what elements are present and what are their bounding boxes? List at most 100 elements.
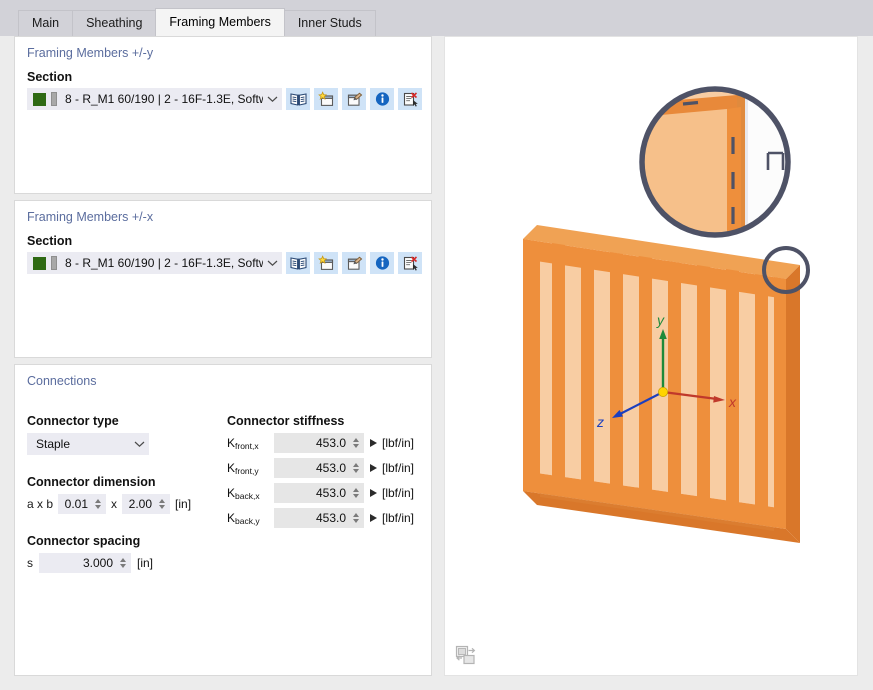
origin-point [657, 386, 668, 397]
section-dropdown-y[interactable]: 8 - R_M1 60/190 | 2 - 16F-1.3E, Softwo..… [27, 88, 282, 110]
section-color-swatch-icon [33, 92, 46, 106]
stiffness-unit-front-x: [lbf/in] [382, 436, 415, 450]
connector-spacing-row: s 3.000 [in] [15, 553, 225, 573]
new-section-icon-button[interactable] [314, 252, 338, 274]
spacing-symbol-label: s [27, 556, 33, 570]
dimension-b-value: 2.00 [128, 497, 153, 511]
wall-assembly [523, 225, 800, 543]
stiffness-row-back-x: Kback,x 453.0 [lbf/in] [227, 483, 427, 503]
label-section-y: Section [27, 70, 73, 84]
stiffness-input-back-y[interactable]: 453.0 [274, 508, 364, 528]
stiffness-input-back-x[interactable]: 453.0 [274, 483, 364, 503]
dimension-b-input[interactable]: 2.00 [122, 494, 171, 514]
spacing-input[interactable]: 3.000 [39, 553, 131, 573]
stiffness-value-back-y: 453.0 [315, 511, 346, 525]
model-viewport-3d[interactable]: y x z [444, 36, 858, 676]
stiffness-label-front-x: Kfront,x [227, 436, 259, 451]
stiffness-expand-icon[interactable] [370, 464, 377, 472]
connections-left-column: Connector type Staple Connector dimensio… [15, 414, 225, 573]
tab-inner-studs[interactable]: Inner Studs [283, 10, 376, 36]
info-icon [375, 256, 389, 270]
stiffness-row-front-y: Kfront,y 453.0 [lbf/in] [227, 458, 427, 478]
delete-section-icon-button[interactable] [398, 252, 422, 274]
stiffness-unit-back-x: [lbf/in] [382, 486, 415, 500]
stiffness-expand-icon[interactable] [370, 489, 377, 497]
render-image-icon [455, 645, 476, 665]
library-icon-button[interactable] [286, 88, 310, 110]
dimension-prefix-label: a x b [27, 497, 54, 511]
stiffness-unit-front-y: [lbf/in] [382, 461, 415, 475]
axis-z-label: z [596, 414, 604, 430]
info-icon-button[interactable] [370, 252, 394, 274]
chevron-down-icon[interactable] [263, 95, 281, 103]
new-section-icon-button[interactable] [314, 88, 338, 110]
stiffness-row-front-x: Kfront,x 453.0 [lbf/in] [227, 433, 427, 453]
label-section-x: Section [27, 234, 73, 248]
stiffness-value-front-x: 453.0 [315, 436, 346, 450]
label-connector-type: Connector type [27, 414, 119, 428]
render-image-tool-button[interactable] [453, 643, 479, 667]
stiffness-row-back-y: Kback,y 453.0 [lbf/in] [227, 508, 427, 528]
label-connector-spacing: Connector spacing [27, 534, 141, 548]
spinner-arrows-icon[interactable] [350, 463, 364, 473]
spinner-arrows-icon[interactable] [156, 499, 170, 509]
group-connections: Connections Connector type Staple Connec… [14, 364, 432, 676]
label-connector-stiffness: Connector stiffness [227, 414, 345, 428]
spinner-arrows-icon[interactable] [350, 513, 364, 523]
group-framing-members-y: Framing Members +/-y Section 8 - R_M1 60… [14, 36, 432, 194]
stiffness-unit-back-y: [lbf/in] [382, 511, 415, 525]
axis-y-label: y [656, 312, 665, 328]
tab-strip: Main Sheathing Framing Members Inner Stu… [18, 8, 376, 36]
stiffness-value-back-x: 453.0 [315, 486, 346, 500]
connector-type-value: Staple [36, 437, 71, 451]
chevron-down-icon[interactable] [263, 259, 281, 267]
dimension-unit-label: [in] [175, 497, 192, 511]
stiffness-label-back-y: Kback,y [227, 511, 260, 526]
section-dropdown-x[interactable]: 8 - R_M1 60/190 | 2 - 16F-1.3E, Softwo..… [27, 252, 282, 274]
delete-section-icon [403, 256, 418, 271]
library-icon-button[interactable] [286, 252, 310, 274]
group-title-framing-y: Framing Members +/-y [27, 46, 154, 60]
info-icon [375, 92, 389, 106]
stiffness-label-back-x: Kback,x [227, 486, 260, 501]
new-section-icon [317, 91, 333, 106]
stiffness-input-front-x[interactable]: 453.0 [274, 433, 364, 453]
new-section-icon [317, 255, 333, 270]
workspace: Framing Members +/-y Section 8 - R_M1 60… [0, 36, 873, 690]
edit-section-icon-button[interactable] [342, 88, 366, 110]
spinner-arrows-icon[interactable] [117, 558, 131, 568]
section-value-y: 8 - R_M1 60/190 | 2 - 16F-1.3E, Softwo..… [65, 92, 263, 106]
left-column: Framing Members +/-y Section 8 - R_M1 60… [14, 36, 432, 676]
wall-model-render: y x z [523, 86, 810, 543]
spinner-arrows-icon[interactable] [92, 499, 106, 509]
stiffness-expand-icon[interactable] [370, 514, 377, 522]
spacing-value: 3.000 [82, 556, 113, 570]
group-title-connections: Connections [27, 374, 97, 388]
tab-bar: Main Sheathing Framing Members Inner Stu… [0, 0, 873, 36]
edit-section-icon [347, 92, 362, 106]
chevron-down-icon[interactable] [130, 440, 148, 448]
tab-main[interactable]: Main [18, 10, 74, 36]
tab-sheathing[interactable]: Sheathing [72, 10, 157, 36]
info-icon-button[interactable] [370, 88, 394, 110]
spinner-arrows-icon[interactable] [350, 438, 364, 448]
stiffness-expand-icon[interactable] [370, 439, 377, 447]
library-icon [289, 256, 307, 270]
dimension-a-value: 0.01 [64, 497, 89, 511]
edit-section-icon [347, 256, 362, 270]
dimension-a-input[interactable]: 0.01 [58, 494, 107, 514]
spinner-arrows-icon[interactable] [350, 488, 364, 498]
tab-framing-members[interactable]: Framing Members [155, 8, 285, 36]
connector-dimension-row: a x b 0.01 x 2.00 [in] [15, 494, 225, 514]
section-row-x: 8 - R_M1 60/190 | 2 - 16F-1.3E, Softwo..… [15, 252, 431, 274]
library-icon [289, 92, 307, 106]
group-title-framing-x: Framing Members +/-x [27, 210, 154, 224]
label-connector-dimension: Connector dimension [27, 475, 156, 489]
connector-type-dropdown[interactable]: Staple [27, 433, 149, 455]
group-framing-members-x: Framing Members +/-x Section 8 - R_M1 60… [14, 200, 432, 358]
stiffness-input-front-y[interactable]: 453.0 [274, 458, 364, 478]
stiffness-label-front-y: Kfront,y [227, 461, 259, 476]
delete-section-icon-button[interactable] [398, 88, 422, 110]
edit-section-icon-button[interactable] [342, 252, 366, 274]
spacing-unit-label: [in] [137, 556, 154, 570]
